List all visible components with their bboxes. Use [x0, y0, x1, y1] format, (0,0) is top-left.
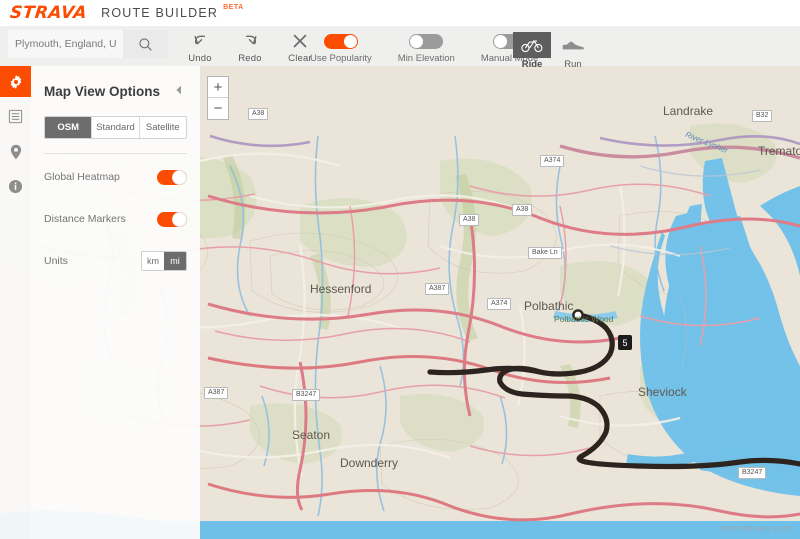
chevron-left-icon — [176, 85, 181, 95]
sidebar-item-map-view-options[interactable] — [0, 66, 31, 97]
global-heatmap-label: Global Heatmap — [44, 171, 120, 183]
road-shield: B32 — [752, 110, 773, 122]
panel-title: Map View Options — [44, 83, 161, 99]
switch-knob — [493, 35, 507, 48]
panel-header: Map View Options — [44, 80, 187, 102]
clear-label: Clear — [288, 53, 312, 64]
road-shield: A374 — [540, 155, 565, 167]
panel-divider — [44, 153, 187, 154]
running-shoe-icon — [562, 41, 584, 49]
mode-run-box — [554, 32, 592, 58]
info-icon — [8, 179, 23, 194]
switch-knob — [410, 35, 424, 48]
basemap-option-standard[interactable]: Standard — [92, 117, 140, 138]
min-elevation-label: Min Elevation — [397, 53, 455, 64]
map-zoom-controls: + − — [207, 76, 229, 120]
search-button[interactable] — [123, 30, 168, 58]
use-popularity-switch[interactable] — [323, 34, 358, 49]
road-shield: A38 — [512, 204, 533, 216]
distance-marker: 5 — [618, 335, 632, 350]
mode-ride-box — [513, 32, 551, 58]
beta-badge: BETA — [223, 4, 244, 11]
route-start-node — [572, 309, 584, 321]
road-shield: A374 — [487, 298, 512, 310]
undo-arrow-icon — [192, 32, 209, 50]
use-popularity-label: Use Popularity — [310, 53, 372, 64]
map-view-options-panel: Map View Options OSM Standard Satellite … — [31, 66, 200, 539]
zoom-in-button[interactable]: + — [208, 77, 228, 98]
app-header: STRAVA ROUTE BUILDER BETA — [0, 0, 800, 26]
redo-button[interactable]: Redo — [225, 32, 275, 64]
road-shield: A38 — [248, 108, 269, 120]
switch-knob — [343, 35, 357, 48]
watermark: www.deuaq.com — [718, 523, 792, 534]
road-shield: B3247 — [292, 389, 321, 401]
min-elevation-switch[interactable] — [409, 34, 444, 49]
routing-toggles: Use Popularity Min Elevation Manual Mode — [310, 34, 538, 64]
search-icon — [139, 37, 152, 51]
switch-knob — [172, 211, 187, 227]
toolbar: Undo Redo — [0, 26, 800, 70]
strava-logo: STRAVA — [8, 3, 89, 23]
redo-label: Redo — [238, 53, 262, 64]
road-shield: A387 — [204, 387, 229, 399]
distance-markers-switch[interactable] — [157, 211, 187, 227]
units-label: Units — [44, 255, 68, 267]
road-shield: A38 — [459, 214, 480, 226]
history-actions: Undo Redo Clear — [175, 32, 325, 64]
mode-ride-label: Ride — [521, 59, 543, 70]
sidebar-item-route-list[interactable] — [0, 101, 31, 132]
road-shield: A387 — [425, 283, 450, 295]
toggle-min-elevation[interactable]: Min Elevation — [398, 34, 455, 64]
units-option-km[interactable]: km — [142, 252, 164, 270]
map-pin-icon — [10, 144, 21, 159]
option-units: Units km mi — [44, 242, 187, 280]
undo-label: Undo — [188, 53, 212, 64]
units-selector: km mi — [141, 251, 187, 271]
activity-mode-group: Ride Run — [513, 30, 592, 70]
road-shield: B3247 — [738, 467, 767, 479]
option-distance-markers: Distance Markers — [44, 200, 187, 238]
basemap-selector: OSM Standard Satellite — [44, 116, 187, 139]
page-title: ROUTE BUILDER — [101, 6, 219, 20]
mode-run-label: Run — [564, 59, 582, 70]
distance-markers-label: Distance Markers — [44, 213, 126, 225]
bicycle-icon — [521, 40, 543, 52]
tool-rail — [0, 66, 31, 539]
toggle-use-popularity[interactable]: Use Popularity — [310, 34, 372, 64]
redo-arrow-icon — [242, 32, 259, 50]
gear-icon — [10, 74, 21, 89]
zoom-out-button[interactable]: − — [208, 98, 228, 119]
units-option-mi[interactable]: mi — [164, 252, 186, 270]
undo-button[interactable]: Undo — [175, 32, 225, 64]
sidebar-item-info[interactable] — [0, 171, 31, 202]
sidebar-item-waypoints[interactable] — [0, 136, 31, 167]
basemap-option-satellite[interactable]: Satellite — [139, 117, 186, 138]
panel-collapse-button[interactable] — [171, 80, 187, 102]
close-x-icon — [292, 32, 308, 50]
option-global-heatmap: Global Heatmap — [44, 158, 187, 196]
basemap-option-osm[interactable]: OSM — [45, 117, 93, 138]
search-input[interactable] — [8, 30, 123, 58]
mode-run[interactable]: Run — [554, 30, 592, 70]
mode-ride[interactable]: Ride — [513, 30, 551, 70]
route-builder-app: STRAVA ROUTE BUILDER BETA Plymouth, Engl… — [0, 0, 800, 539]
global-heatmap-switch[interactable] — [157, 169, 187, 185]
list-icon — [8, 109, 23, 124]
switch-knob — [172, 169, 187, 185]
search-bar — [8, 30, 168, 58]
road-shield: Bake Ln — [528, 247, 562, 259]
